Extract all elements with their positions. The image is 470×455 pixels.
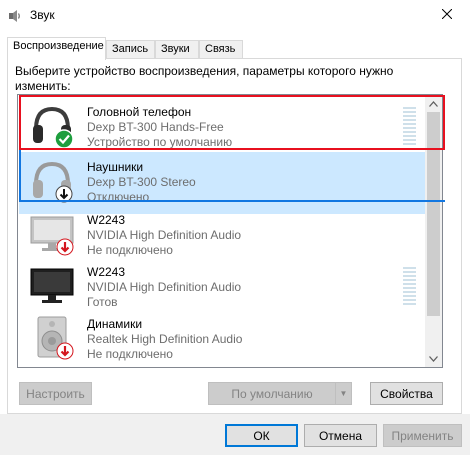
volume-meter bbox=[403, 107, 416, 153]
title-bar: Звук bbox=[0, 0, 470, 30]
device-name: Наушники bbox=[87, 160, 144, 174]
device-item-speakers[interactable]: Динамики Realtek High Definition Audio Н… bbox=[19, 309, 425, 367]
set-default-button[interactable]: По умолчанию ▼ bbox=[208, 382, 352, 405]
speaker-icon bbox=[7, 8, 23, 24]
monitor-icon bbox=[28, 261, 76, 309]
instruction-text: Выберите устройство воспроизведения, пар… bbox=[15, 64, 394, 93]
monitor-icon bbox=[28, 209, 76, 257]
device-status: Готов bbox=[87, 295, 118, 309]
cancel-button[interactable]: Отмена bbox=[304, 424, 377, 447]
headphones-icon bbox=[28, 156, 76, 204]
device-name: W2243 bbox=[87, 213, 126, 227]
close-icon bbox=[441, 8, 453, 22]
device-driver: Dexp BT-300 Hands-Free bbox=[87, 120, 224, 134]
tab-recording[interactable]: Запись bbox=[106, 40, 155, 59]
set-default-label: По умолчанию bbox=[231, 386, 313, 401]
device-driver: Realtek High Definition Audio bbox=[87, 332, 243, 346]
device-name: W2243 bbox=[87, 265, 126, 279]
volume-meter bbox=[403, 267, 416, 313]
scroll-up-button[interactable] bbox=[425, 95, 442, 112]
device-list[interactable]: Головной телефон Dexp BT-300 Hands-Free … bbox=[17, 94, 443, 368]
device-driver: Dexp BT-300 Stereo bbox=[87, 175, 196, 189]
device-driver: NVIDIA High Definition Audio bbox=[87, 228, 242, 242]
properties-button[interactable]: Свойства bbox=[370, 382, 443, 405]
device-name: Головной телефон bbox=[87, 105, 192, 119]
device-item-headset[interactable]: Головной телефон Dexp BT-300 Hands-Free … bbox=[19, 97, 425, 159]
device-status: Отключено bbox=[87, 190, 150, 204]
device-status: Устройство по умолчанию bbox=[87, 135, 233, 149]
device-status: Не подключено bbox=[87, 347, 173, 361]
configure-button[interactable]: Настроить bbox=[19, 382, 92, 405]
scroll-thumb[interactable] bbox=[427, 112, 440, 316]
device-status: Не подключено bbox=[87, 243, 173, 257]
tab-sounds[interactable]: Звуки bbox=[155, 40, 199, 59]
vertical-scrollbar[interactable] bbox=[425, 95, 442, 367]
chevron-down-icon[interactable]: ▼ bbox=[335, 383, 351, 404]
tab-playback[interactable]: Воспроизведение bbox=[7, 37, 106, 60]
window-title: Звук bbox=[30, 8, 55, 22]
device-name: Динамики bbox=[87, 317, 143, 331]
close-button[interactable] bbox=[424, 0, 470, 30]
headphones-icon bbox=[28, 101, 76, 149]
tab-communications[interactable]: Связь bbox=[199, 40, 243, 59]
apply-button[interactable]: Применить bbox=[383, 424, 462, 447]
speaker-device-icon bbox=[28, 313, 76, 361]
ok-button[interactable]: ОК bbox=[225, 424, 298, 447]
scroll-down-button[interactable] bbox=[425, 350, 442, 367]
device-driver: NVIDIA High Definition Audio bbox=[87, 280, 242, 294]
